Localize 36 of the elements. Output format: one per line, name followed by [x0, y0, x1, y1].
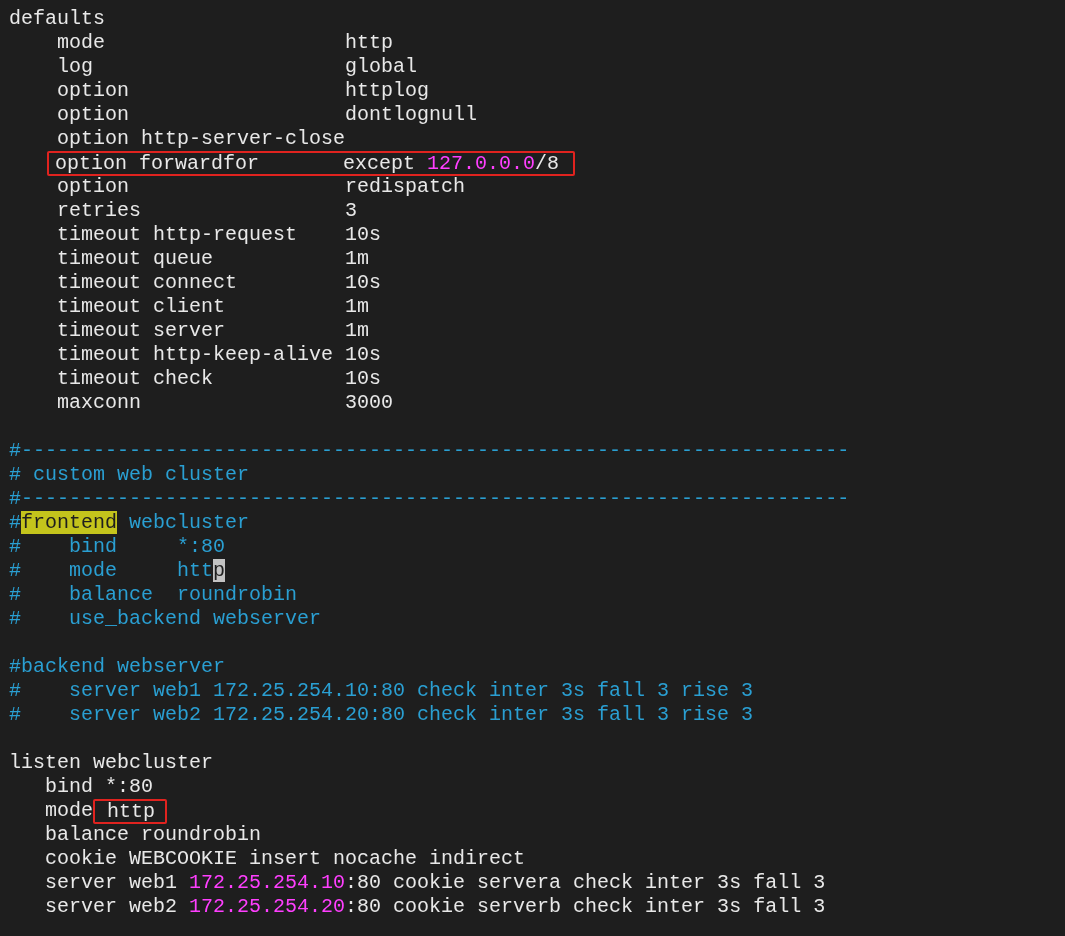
code-line: timeout http-request 10s [56, 223, 382, 247]
code-line: maxconn 3000 [56, 391, 394, 415]
code-line: # server web2 172.25.254.20:80 check inter 3s fall 3 rise 3 [9, 703, 754, 727]
code-line: option http-server-close [56, 127, 346, 151]
code-line: timeout client 1m [56, 295, 370, 319]
annotation-box: option forwardfor except 127.0.0.0/8 [47, 150, 576, 176]
code-line: timeout queue 1m [56, 247, 370, 271]
code-line: server web1 172.25.254.10:80 cookie servera check inter 3s fall 3 [44, 871, 826, 895]
code-line: #--------------------------------------------------------------------- [9, 487, 850, 511]
code-line: #--------------------------------------------------------------------- [9, 439, 850, 463]
code-line: # use_backend webserver [9, 607, 322, 631]
code-line: timeout http-keep-alive 10s [56, 343, 382, 367]
annotation-box: http [93, 798, 168, 824]
code-line: mode http [56, 31, 394, 55]
code-line: timeout server 1m [56, 319, 370, 343]
code-line: timeout connect 10s [56, 271, 382, 295]
code-line: timeout check 10s [56, 367, 382, 391]
code-line: #frontend webcluster [9, 511, 250, 535]
code-line: cookie WEBCOOKIE insert nocache indirect [44, 847, 526, 871]
code-line: retries 3 [56, 199, 358, 223]
code-line: defaults [9, 7, 105, 31]
code-line: # mode http [9, 559, 226, 583]
code-line: #backend webserver [9, 655, 226, 679]
code-line: # server web1 172.25.254.10:80 check inter 3s fall 3 rise 3 [9, 679, 754, 703]
code-text: mode [44, 799, 93, 823]
code-line: # balance roundrobin [9, 583, 298, 607]
code-line: option httplog [56, 79, 430, 103]
code-line: # bind *:80 [9, 535, 226, 559]
code-line: server web2 172.25.254.20:80 cookie serverb check inter 3s fall 3 [44, 895, 826, 919]
code-line: balance roundrobin [44, 823, 262, 847]
code-line: option redispatch [56, 175, 466, 199]
code-line: bind *:80 [44, 775, 154, 799]
code-line: # custom web cluster [9, 463, 250, 487]
code-line: option dontlognull [56, 103, 478, 127]
code-line: log global [56, 55, 418, 79]
code-line: listen webcluster [9, 751, 214, 775]
